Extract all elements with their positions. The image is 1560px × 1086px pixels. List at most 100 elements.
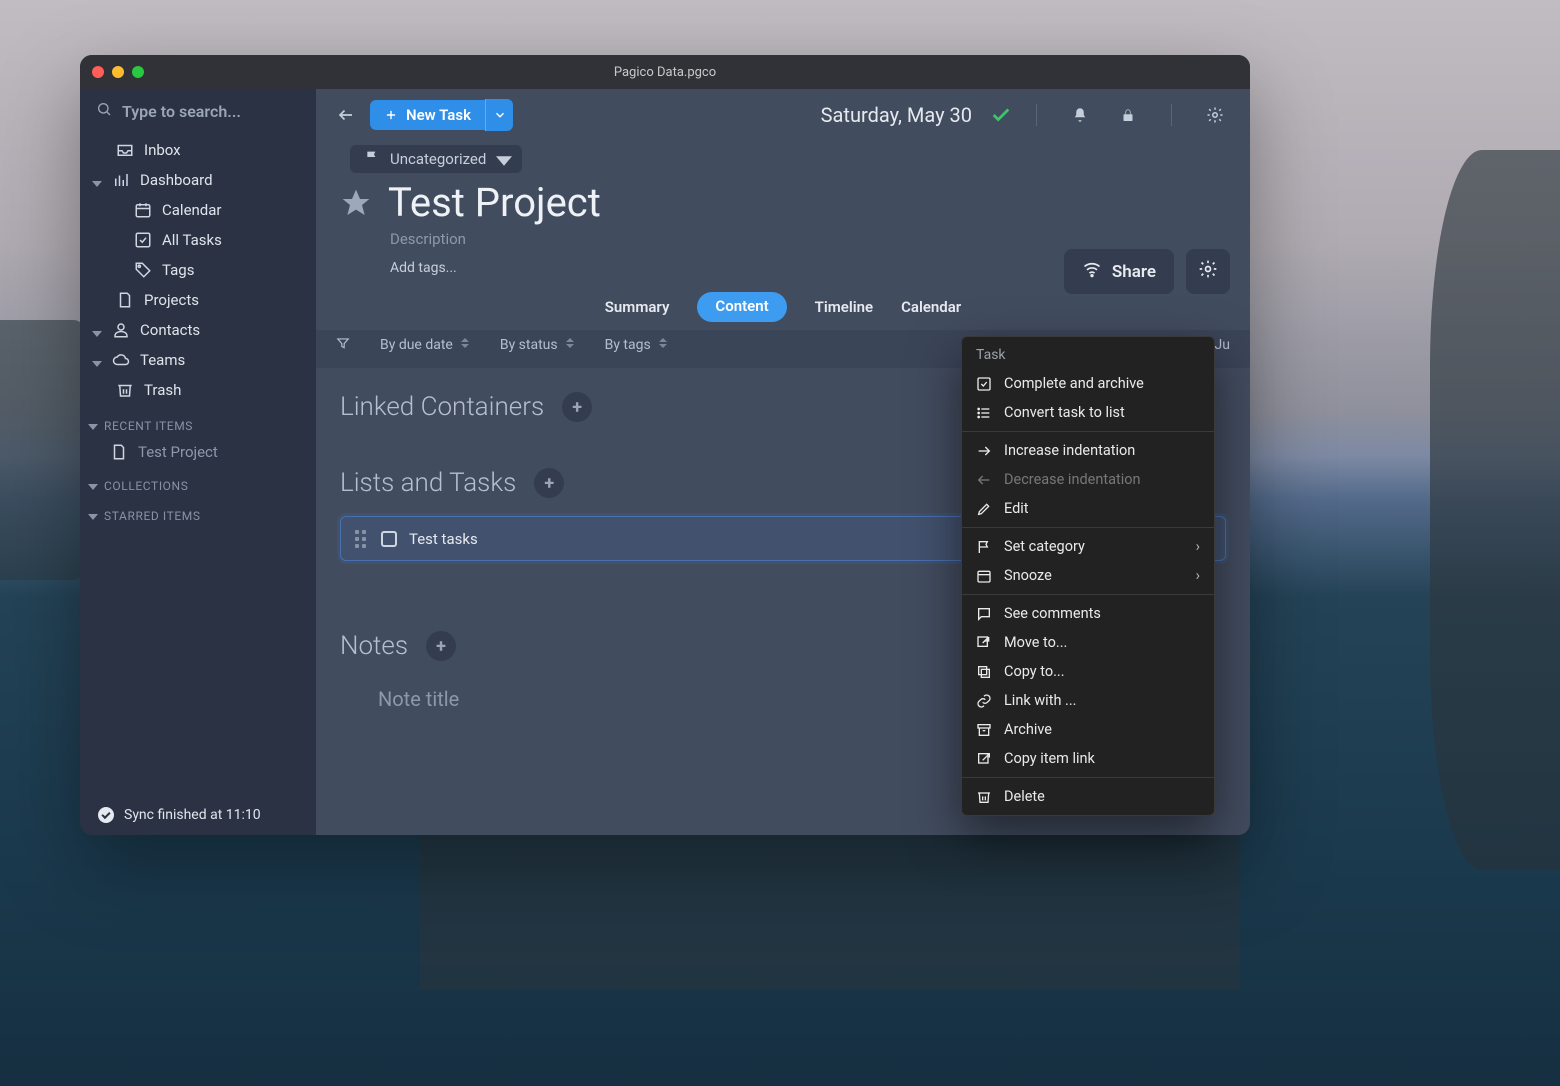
check-circle-icon	[98, 807, 114, 823]
project-description[interactable]: Description	[390, 230, 1226, 248]
sidebar-recent-item[interactable]: Test Project	[80, 437, 316, 467]
sidebar: Type to search... Inbox Dashboard Calend…	[80, 89, 316, 835]
menu-see-comments[interactable]: See comments	[962, 599, 1214, 628]
sidebar-label: Inbox	[144, 141, 181, 159]
divider	[1036, 104, 1037, 126]
new-task-label: New Task	[406, 106, 471, 124]
sidebar-section-collections[interactable]: COLLECTIONS	[80, 467, 316, 497]
task-checkbox[interactable]	[381, 531, 397, 547]
menu-copy-link[interactable]: Copy item link	[962, 744, 1214, 773]
sort-icon	[566, 338, 575, 352]
star-icon[interactable]	[340, 187, 372, 219]
section-label: RECENT ITEMS	[104, 419, 193, 433]
sidebar-section-recent[interactable]: RECENT ITEMS	[80, 407, 316, 437]
menu-header: Task	[962, 341, 1214, 369]
tab-timeline[interactable]: Timeline	[815, 292, 873, 322]
sidebar-label: All Tasks	[162, 231, 222, 249]
chevron-down-icon	[88, 421, 98, 431]
sort-icon	[461, 338, 470, 352]
sidebar-item-projects[interactable]: Projects	[86, 285, 310, 315]
back-button[interactable]	[332, 101, 360, 129]
sync-text: Sync finished at 11:10	[124, 807, 261, 823]
check-square-icon	[134, 231, 152, 249]
chevron-right-icon: ›	[1196, 538, 1200, 555]
new-task-button[interactable]: New Task	[370, 100, 485, 130]
menu-separator	[962, 777, 1214, 778]
calendar-icon	[134, 201, 152, 219]
project-settings-button[interactable]	[1186, 249, 1230, 294]
drag-handle-icon[interactable]	[355, 530, 369, 548]
minimize-window-button[interactable]	[112, 66, 124, 78]
menu-label: Complete and archive	[1004, 375, 1144, 392]
menu-snooze[interactable]: Snooze›	[962, 561, 1214, 590]
project-header-actions: Share	[1064, 249, 1230, 294]
dashboard-icon	[112, 171, 130, 189]
section-label: STARRED ITEMS	[104, 509, 201, 523]
current-date: Saturday, May 30	[821, 103, 972, 127]
menu-delete[interactable]: Delete	[962, 782, 1214, 811]
filter-icon[interactable]	[336, 336, 350, 354]
sidebar-section-starred[interactable]: STARRED ITEMS	[80, 497, 316, 527]
sidebar-item-dashboard[interactable]: Dashboard	[86, 165, 310, 195]
filter-due-date[interactable]: By due date	[380, 337, 470, 353]
sidebar-label: Tags	[162, 261, 194, 279]
add-linked-container-button[interactable]: +	[562, 392, 592, 422]
document-icon	[116, 291, 134, 309]
add-list-task-button[interactable]: +	[534, 468, 564, 498]
chevron-down-icon	[88, 481, 98, 491]
bell-icon[interactable]	[1071, 106, 1089, 124]
menu-separator	[962, 594, 1214, 595]
task-title: Test tasks	[409, 530, 478, 548]
menu-archive[interactable]: Archive	[962, 715, 1214, 744]
filter-label: By status	[500, 337, 558, 353]
sidebar-item-contacts[interactable]: Contacts	[86, 315, 310, 345]
sidebar-item-inbox[interactable]: Inbox	[86, 135, 310, 165]
maximize-window-button[interactable]	[132, 66, 144, 78]
menu-decrease-indent: Decrease indentation	[962, 465, 1214, 494]
menu-link-with[interactable]: Link with ...	[962, 686, 1214, 715]
new-task-dropdown[interactable]	[485, 99, 513, 131]
section-label: COLLECTIONS	[104, 479, 188, 493]
add-note-button[interactable]: +	[426, 631, 456, 661]
filter-label: By due date	[380, 337, 453, 353]
menu-complete-archive[interactable]: Complete and archive	[962, 369, 1214, 398]
new-task-split-button: New Task	[370, 99, 513, 131]
chevron-down-icon	[92, 325, 102, 335]
menu-label: Link with ...	[1004, 692, 1077, 709]
menu-move-to[interactable]: Move to...	[962, 628, 1214, 657]
check-icon	[990, 104, 1012, 126]
menu-label: Delete	[1004, 788, 1045, 805]
share-label: Share	[1112, 262, 1156, 282]
category-selector[interactable]: Uncategorized	[350, 145, 522, 173]
filter-status[interactable]: By status	[500, 337, 575, 353]
lock-icon[interactable]	[1119, 106, 1137, 124]
menu-convert-to-list[interactable]: Convert task to list	[962, 398, 1214, 427]
sidebar-item-calendar[interactable]: Calendar	[86, 195, 310, 225]
search-input[interactable]: Type to search...	[80, 89, 316, 133]
tab-calendar[interactable]: Calendar	[901, 292, 961, 322]
share-button[interactable]: Share	[1064, 249, 1174, 294]
sidebar-item-teams[interactable]: Teams	[86, 345, 310, 375]
filter-tags[interactable]: By tags	[605, 337, 668, 353]
wifi-icon	[1082, 259, 1102, 284]
menu-copy-to[interactable]: Copy to...	[962, 657, 1214, 686]
tab-summary[interactable]: Summary	[605, 292, 670, 322]
cloud-icon	[112, 351, 130, 369]
sidebar-item-trash[interactable]: Trash	[86, 375, 310, 405]
close-window-button[interactable]	[92, 66, 104, 78]
project-title[interactable]: Test Project	[388, 179, 601, 226]
sidebar-label: Projects	[144, 291, 199, 309]
window-title: Pagico Data.pgco	[614, 65, 716, 80]
menu-set-category[interactable]: Set category›	[962, 532, 1214, 561]
sidebar-item-tags[interactable]: Tags	[86, 255, 310, 285]
sidebar-item-all-tasks[interactable]: All Tasks	[86, 225, 310, 255]
menu-label: Edit	[1004, 500, 1029, 517]
menu-increase-indent[interactable]: Increase indentation	[962, 436, 1214, 465]
tab-content[interactable]: Content	[697, 292, 786, 322]
menu-label: Copy item link	[1004, 750, 1095, 767]
menu-edit[interactable]: Edit	[962, 494, 1214, 523]
user-icon	[112, 321, 130, 339]
sidebar-label: Calendar	[162, 201, 222, 219]
gear-icon[interactable]	[1206, 106, 1224, 124]
sidebar-nav: Inbox Dashboard Calendar All Tasks	[80, 133, 316, 407]
